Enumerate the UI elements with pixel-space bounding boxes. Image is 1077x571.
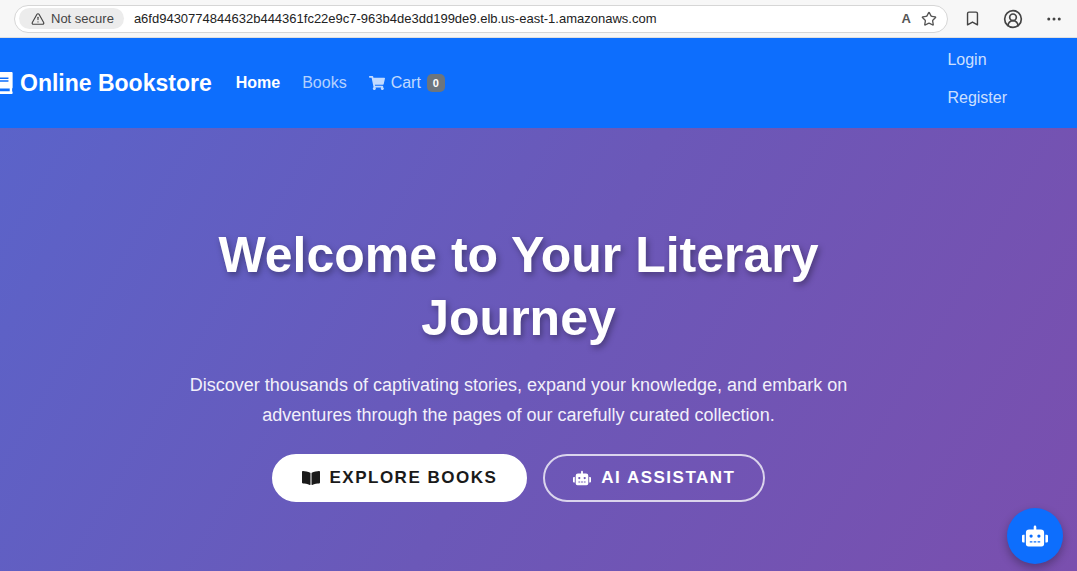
robot-icon (573, 469, 591, 487)
navbar: Online Bookstore Home Books Cart0 Login Regis… (0, 38, 1077, 128)
page: Not secure a6fd9430774844632b444361fc22e9… (0, 0, 1077, 571)
hero: Welcome to Your Literary Journey Discover… (0, 128, 1077, 571)
cart-icon (369, 75, 385, 91)
browser-toolbar: Not secure a6fd9430774844632b444361fc22e9… (0, 0, 1077, 38)
hero-button[interactable]: AI ASSISTANT (543, 454, 765, 502)
nav-left: Online Bookstore Home Books Cart0 (0, 70, 445, 97)
star-icon[interactable] (921, 11, 937, 27)
read-aloud-button[interactable]: A (902, 11, 911, 26)
nav-link[interactable]: Home (236, 74, 280, 92)
cart-count-badge: 0 (427, 74, 445, 92)
hero-title: Welcome to Your Literary Journey (189, 224, 849, 349)
brand[interactable]: Online Bookstore (0, 70, 212, 97)
book-open-icon (302, 469, 320, 487)
more-icon[interactable] (1045, 10, 1063, 28)
auth-link[interactable]: Register (947, 89, 1007, 107)
address-bar[interactable]: Not secure a6fd9430774844632b444361fc22e9… (14, 5, 948, 33)
auth-link[interactable]: Login (947, 51, 1007, 69)
url-text[interactable]: a6fd9430774844632b444361fc22e9c7-963b4de… (134, 11, 892, 26)
auth-links: Login Register (947, 51, 1007, 107)
hero-subtitle: Discover thousands of captivating storie… (179, 371, 859, 430)
hero-button[interactable]: EXPLORE BOOKS (272, 454, 528, 502)
browser-actions (958, 9, 1069, 29)
hero-buttons: EXPLORE BOOKS AI ASSISTANT (272, 454, 766, 502)
nav-link[interactable]: Books (302, 74, 346, 92)
security-indicator[interactable]: Not secure (19, 8, 124, 29)
favorites-icon[interactable] (964, 10, 981, 27)
chat-fab[interactable] (1007, 508, 1063, 564)
cart-link[interactable]: Cart0 (369, 74, 445, 92)
profile-icon[interactable] (1003, 9, 1023, 29)
robot-icon (1022, 523, 1048, 549)
book-icon (0, 72, 14, 94)
warning-icon (31, 12, 45, 26)
